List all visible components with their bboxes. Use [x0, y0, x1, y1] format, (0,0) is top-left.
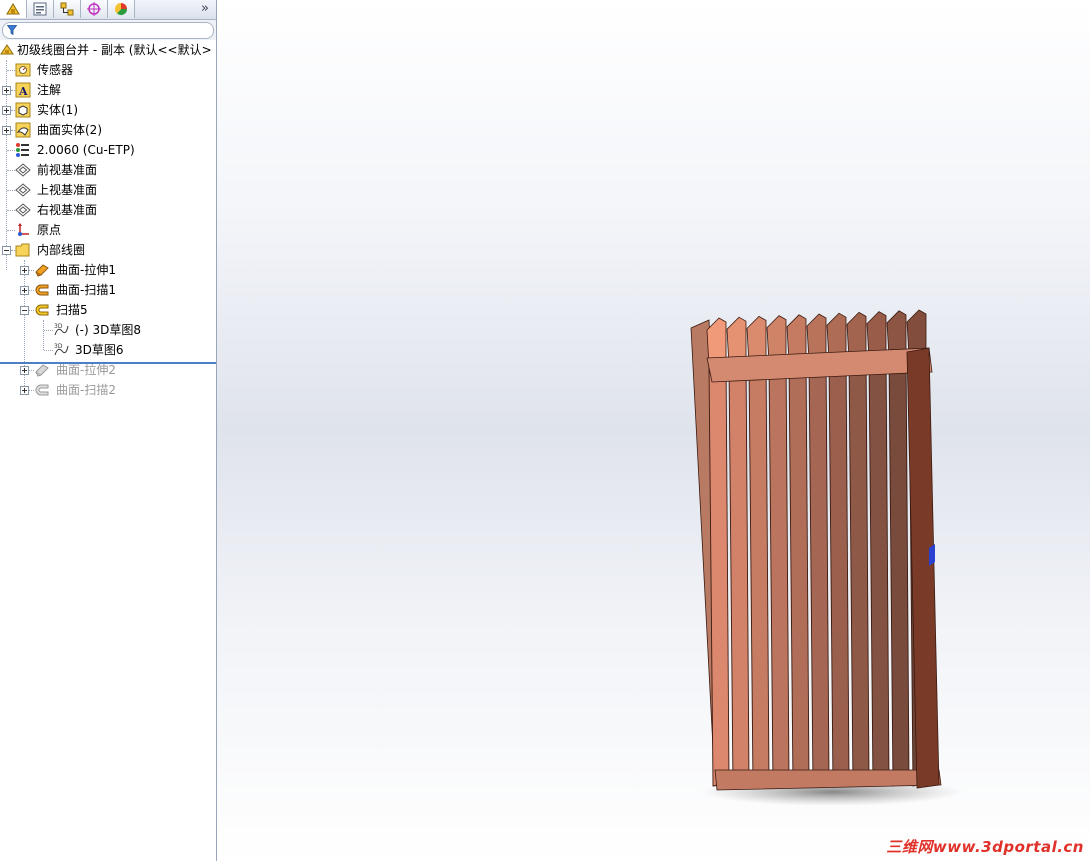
- coil-fin: [808, 354, 830, 787]
- coil-fin: [728, 358, 750, 787]
- collapse-toggle[interactable]: [20, 306, 29, 315]
- tree-item-top-plane[interactable]: 上视基准面: [0, 180, 216, 200]
- property-manager-icon: [33, 2, 47, 16]
- feature-manager-icon: [6, 3, 20, 15]
- rollback-bar[interactable]: [0, 362, 216, 364]
- surface-sweep-icon: [35, 384, 49, 396]
- tab-display-manager[interactable]: [108, 0, 135, 18]
- tab-feature-manager[interactable]: [0, 0, 27, 18]
- expand-toggle[interactable]: [20, 386, 29, 395]
- model-end-face: [906, 347, 940, 789]
- svg-text:3D: 3D: [54, 323, 63, 330]
- coil-fin: [848, 352, 870, 787]
- feature-filter-input[interactable]: [2, 22, 214, 39]
- filter-row: [0, 20, 216, 40]
- tree-item-3d-sketch6[interactable]: 3D 3D草图6: [0, 340, 216, 360]
- expand-toggle[interactable]: [2, 86, 11, 95]
- expand-toggle[interactable]: [20, 286, 29, 295]
- svg-text:A: A: [18, 85, 28, 98]
- tree-item-front-plane[interactable]: 前视基准面: [0, 160, 216, 180]
- tree-item-surface-sweep1[interactable]: 曲面-扫描1: [0, 280, 216, 300]
- tree-item-material[interactable]: 2.0060 (Cu-ETP): [0, 140, 216, 160]
- origin-icon: [18, 223, 29, 236]
- surface-extrude-icon: [35, 264, 49, 277]
- tree-root-part[interactable]: 初级线圈台并 - 副本 (默认<<默认>: [0, 40, 216, 60]
- filter-icon: [7, 25, 17, 35]
- collapse-toggle[interactable]: [2, 246, 11, 255]
- material-icon: [16, 143, 29, 157]
- tree-item-surface-bodies[interactable]: 曲面实体(2): [0, 120, 216, 140]
- watermark-text: 三维网www.3dportal.cn: [886, 838, 1084, 856]
- tree-item-surface-extrude1[interactable]: 曲面-拉伸1: [0, 260, 216, 280]
- svg-text:3D: 3D: [54, 343, 63, 350]
- coil-fin: [888, 350, 910, 787]
- coil-fin: [708, 359, 730, 787]
- sensors-folder-icon: [15, 63, 31, 77]
- tree-item-3d-sketch8[interactable]: 3D (-) 3D草图8: [0, 320, 216, 340]
- sketch3d-icon: 3D: [54, 343, 69, 356]
- tab-overflow-button[interactable]: »: [198, 0, 212, 18]
- tab-dimxpert[interactable]: [81, 0, 108, 18]
- annotations-icon: A: [15, 82, 31, 98]
- tree-item-origin[interactable]: 原点: [0, 220, 216, 240]
- expand-toggle[interactable]: [20, 366, 29, 375]
- tree-item-annotations[interactable]: A 注解: [0, 80, 216, 100]
- plane-icon: [15, 203, 31, 217]
- graphics-viewport[interactable]: 三维网www.3dportal.cn: [217, 0, 1090, 861]
- coil-fin: [828, 353, 850, 787]
- plane-icon: [15, 163, 31, 177]
- dimxpert-icon: [87, 2, 101, 16]
- tree-item-inner-coil-folder[interactable]: 内部线圈: [0, 240, 216, 260]
- plane-icon: [15, 183, 31, 197]
- coil-fin: [868, 351, 890, 787]
- tree-item-sensors[interactable]: 传感器: [0, 60, 216, 80]
- solid-bodies-icon: [15, 102, 31, 118]
- tab-property-manager[interactable]: [27, 0, 54, 18]
- folder-icon: [15, 243, 30, 257]
- part-icon: [0, 44, 14, 55]
- expand-toggle[interactable]: [2, 126, 11, 135]
- expand-toggle[interactable]: [20, 266, 29, 275]
- tree-item-sweep5[interactable]: 扫描5: [0, 300, 216, 320]
- coil-fin: [748, 357, 770, 787]
- configuration-manager-icon: [60, 2, 74, 16]
- coil-fins: [706, 309, 930, 787]
- tree-root-label: 初级线圈台并 - 副本 (默认<<默认>: [17, 43, 212, 57]
- expand-toggle[interactable]: [2, 106, 11, 115]
- sweep-icon: [35, 304, 49, 316]
- coil-fin: [788, 355, 810, 787]
- sketch3d-icon: 3D: [54, 323, 69, 336]
- coil-fin: [768, 356, 790, 787]
- tab-configuration-manager[interactable]: [54, 0, 81, 18]
- coil-model: [690, 309, 962, 806]
- display-manager-icon: [114, 2, 128, 16]
- tree-item-surface-sweep2[interactable]: 曲面-扫描2: [0, 380, 216, 400]
- panel-tab-bar: »: [0, 0, 216, 20]
- surface-bodies-icon: [15, 122, 31, 138]
- surface-extrude-icon: [35, 364, 49, 377]
- tree-item-solid-bodies[interactable]: 实体(1): [0, 100, 216, 120]
- feature-manager-panel: » 初级线圈台并 - 副本 (默认<<默认> 传感器 A 注解 实体(1) 曲面…: [0, 0, 217, 861]
- tree-item-right-plane[interactable]: 右视基准面: [0, 200, 216, 220]
- surface-sweep-icon: [35, 284, 49, 296]
